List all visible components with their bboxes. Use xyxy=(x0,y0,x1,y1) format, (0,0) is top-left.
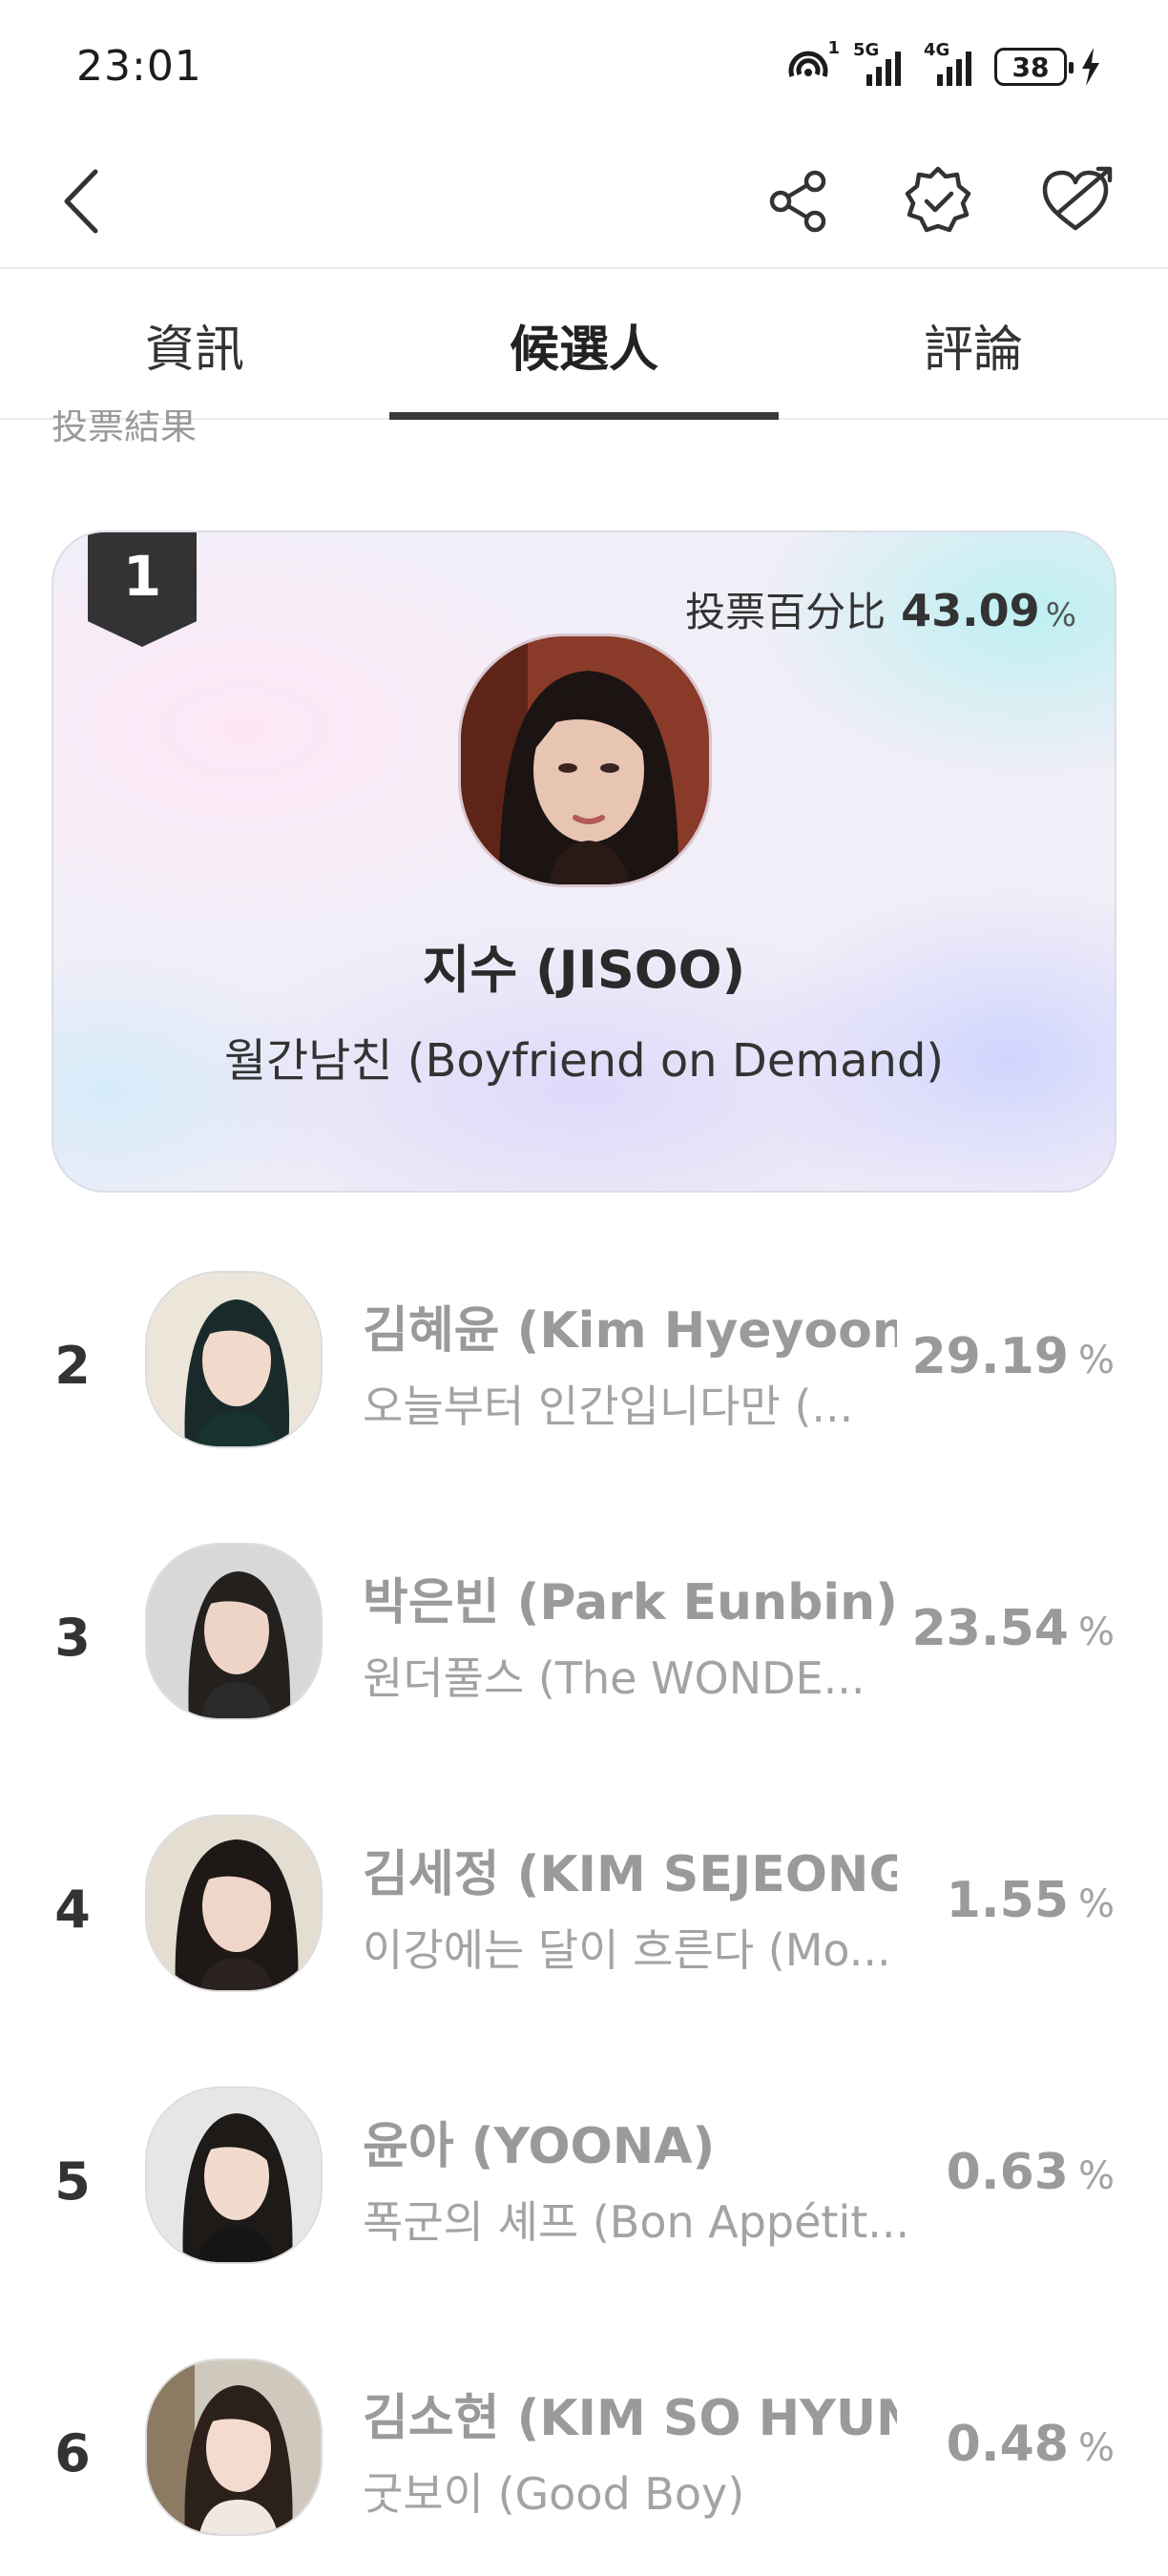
verify-button[interactable] xyxy=(895,158,981,244)
top-candidate-card[interactable]: 1 投票百分比 43.09 % 지수 (JISOO) 월간남친 (Boyfrie… xyxy=(52,530,1116,1193)
vote-results-label: 投票結果 xyxy=(52,410,198,447)
candidate-list: 2 김혜윤 (Kim Hyeyoon) 오늘부터 인간입니다만 (... 29.… xyxy=(0,1259,1168,2576)
battery-level: 38 xyxy=(1012,51,1050,83)
candidate-name: 김혜윤 (Kim Hyeyoon) xyxy=(363,1302,897,1360)
status-bar: 23:01 1 5G 4G 38 xyxy=(0,0,1168,134)
avatar[interactable] xyxy=(145,2087,323,2264)
back-button[interactable] xyxy=(38,158,124,244)
section-label: 投票結果 xyxy=(52,410,197,448)
vote-percentage-value: 0.48 xyxy=(946,2416,1069,2473)
vote-percentage: 1.55 % xyxy=(947,1872,1115,1929)
list-item[interactable]: 4 김세정 (KIM SEJEONG) 이강에는 달이 흐른다 (Mo... 1… xyxy=(0,1803,1168,2075)
vote-percentage: 0.48 % xyxy=(947,2416,1115,2473)
vote-percentage-value: 29.19 xyxy=(911,1328,1069,1385)
header xyxy=(0,134,1168,269)
percent-unit: % xyxy=(1077,2154,1115,2198)
candidate-name: 김세정 (KIM SEJEONG) xyxy=(363,1846,897,1903)
badge-check-icon xyxy=(902,165,974,238)
signal-4g-icon: 4G xyxy=(924,40,981,90)
rank-number: 3 xyxy=(54,1608,91,1668)
percent-unit: % xyxy=(1077,1610,1115,1654)
list-item[interactable]: 5 윤아 (YOONA) 폭군의 셰프 (Bon Appétit... 0.63… xyxy=(0,2075,1168,2347)
candidate-name: 박은빈 (Park Eunbin) xyxy=(363,1574,897,1631)
rank-number: 5 xyxy=(54,2151,91,2212)
share-button[interactable] xyxy=(756,158,842,244)
rank-number: 6 xyxy=(54,2423,91,2483)
status-time: 23:01 xyxy=(76,42,202,91)
vote-percentage: 0.63 % xyxy=(947,2144,1115,2201)
list-item[interactable]: 6 김소현 (KIM SO HYUN) 굿보이 (Good Boy) 0.48 … xyxy=(0,2347,1168,2576)
vote-percentage: 23.54 % xyxy=(912,1600,1116,1657)
avatar[interactable] xyxy=(145,1543,323,1720)
candidate-show: 원더풀스 (The WONDE... xyxy=(363,1652,866,1704)
vote-percentage-label: 投票百分比 xyxy=(685,589,886,635)
signal-5g-icon: 5G xyxy=(853,40,910,90)
avatar[interactable] xyxy=(458,634,712,887)
list-item[interactable]: 2 김혜윤 (Kim Hyeyoon) 오늘부터 인간입니다만 (... 29.… xyxy=(0,1259,1168,1531)
candidate-show: 월간남친 (Boyfriend on Demand) xyxy=(223,1034,945,1088)
vote-percentage-value: 43.09 xyxy=(901,585,1040,636)
percent-unit: % xyxy=(1077,2426,1115,2470)
candidate-show: 폭군의 셰프 (Bon Appétit... xyxy=(363,2196,910,2248)
avatar[interactable] xyxy=(145,1271,323,1448)
vote-percentage-value: 1.55 xyxy=(946,1872,1069,1929)
chevron-left-icon xyxy=(57,168,105,235)
rank-number: 1 xyxy=(122,544,162,609)
vote-percentage-value: 0.63 xyxy=(946,2144,1069,2201)
vote-percentage: 29.19 % xyxy=(912,1328,1116,1385)
rank-number: 2 xyxy=(54,1336,91,1396)
candidate-name: 윤아 (YOONA) xyxy=(363,2118,716,2175)
candidate-name: 김소현 (KIM SO HYUN) xyxy=(363,2390,897,2447)
percent-unit: % xyxy=(1077,1339,1115,1382)
percent-unit: % xyxy=(1045,596,1076,634)
avatar[interactable] xyxy=(145,1815,323,1992)
percent-unit: % xyxy=(1077,1882,1115,1926)
tab-comments[interactable]: 評論 xyxy=(779,271,1168,418)
vote-percentage: 投票百分比 43.09 % xyxy=(685,580,1076,638)
battery-icon: 38 xyxy=(994,48,1074,86)
tab-bar: 資訊 候選人 評論 xyxy=(0,271,1168,420)
tab-info[interactable]: 資訊 xyxy=(0,271,389,418)
vote-percentage-value: 23.54 xyxy=(911,1600,1069,1657)
hotspot-badge: 1 xyxy=(827,38,840,58)
list-item[interactable]: 3 박은빈 (Park Eunbin) 원더풀스 (The WONDE... 2… xyxy=(0,1531,1168,1803)
favorite-button[interactable] xyxy=(1034,158,1120,244)
rank-number: 4 xyxy=(54,1880,91,1940)
avatar[interactable] xyxy=(145,2358,323,2536)
candidate-show: 이강에는 달이 흐른다 (Mo... xyxy=(363,1924,891,1976)
candidate-show: 오늘부터 인간입니다만 (... xyxy=(363,1381,854,1432)
rank-badge: 1 xyxy=(88,532,197,647)
candidate-show: 굿보이 (Good Boy) xyxy=(363,2468,745,2520)
candidate-name: 지수 (JISOO) xyxy=(422,940,746,1000)
share-icon xyxy=(765,168,832,235)
hotspot-icon: 1 xyxy=(784,38,840,90)
heart-arrow-icon xyxy=(1039,165,1116,238)
tab-candidates[interactable]: 候選人 xyxy=(389,271,779,420)
charging-icon xyxy=(1080,48,1101,86)
status-icons: 1 5G 4G 38 xyxy=(784,38,1101,95)
